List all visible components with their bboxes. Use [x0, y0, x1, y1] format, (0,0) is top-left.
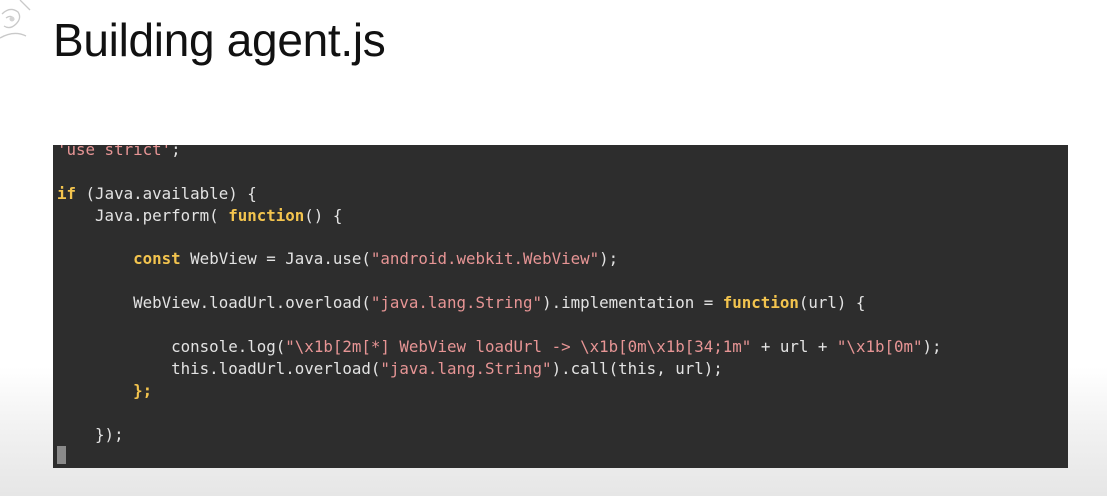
code-text: WebView.loadUrl.overload( — [133, 293, 371, 313]
code-text: (url) { — [798, 293, 866, 313]
code-string: "\x1b[2m[*] WebView loadUrl -> \x1b[0m\x… — [285, 337, 752, 357]
code-keyword: function — [722, 293, 799, 313]
code-text: this.loadUrl.overload( — [171, 358, 381, 378]
code-text: (Java.available) { — [76, 183, 257, 203]
corner-logo-icon — [0, 0, 31, 39]
slide-title: Building agent.js — [53, 14, 386, 66]
code-string: "android.webkit.WebView" — [370, 249, 600, 269]
code-text: ); — [599, 249, 619, 269]
code-string: 'use strict' — [57, 145, 172, 159]
code-text: WebView = Java.use( — [180, 249, 371, 269]
code-text: () { — [304, 205, 343, 225]
code-text: ).call(this, url); — [551, 358, 723, 378]
terminal-cursor[interactable] — [57, 446, 66, 465]
code-text: ; — [171, 145, 181, 159]
code-text: ).implementation = — [542, 293, 723, 313]
code-text: + url + — [751, 337, 837, 357]
code-text: Java.perform( — [95, 205, 229, 225]
code-line: console.log("\x1b[2m[*] WebView loadUrl … — [57, 336, 1068, 358]
code-text: }); — [95, 424, 124, 444]
code-line — [57, 445, 1068, 467]
code-block: 'use strict'; if (Java.available) { Java.… — [57, 145, 1068, 467]
code-string: "java.lang.String" — [380, 358, 552, 378]
code-line: Java.perform( function() { — [57, 205, 1068, 227]
code-keyword: }; — [133, 380, 153, 400]
code-terminal: 'use strict'; if (Java.available) { Java.… — [53, 145, 1068, 468]
code-line: 'use strict'; — [57, 145, 1068, 161]
code-string: "java.lang.String" — [370, 293, 543, 313]
code-line: WebView.loadUrl.overload("java.lang.Stri… — [57, 292, 1068, 314]
code-line: }); — [57, 424, 1068, 446]
code-keyword: const — [133, 249, 181, 269]
code-line: this.loadUrl.overload("java.lang.String"… — [57, 358, 1068, 380]
code-string: "\x1b[0m" — [836, 337, 923, 357]
code-text: console.log( — [171, 337, 286, 357]
code-line: if (Java.available) { — [57, 183, 1068, 205]
code-keyword: function — [228, 205, 305, 225]
code-line: }; — [57, 380, 1068, 402]
code-line: const WebView = Java.use("android.webkit… — [57, 248, 1068, 270]
code-text: ); — [922, 337, 942, 357]
code-keyword: if — [57, 183, 77, 203]
